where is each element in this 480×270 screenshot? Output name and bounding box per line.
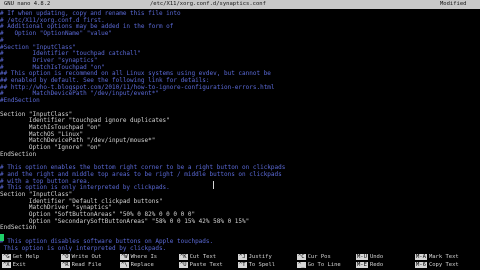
shortcut-item[interactable]: ^R Read File bbox=[61, 261, 101, 269]
shortcut-label: Replace bbox=[130, 262, 154, 268]
shortcut-key: ^K bbox=[179, 254, 188, 260]
shortcut-label: Write Out bbox=[71, 254, 102, 260]
shortcut-key: M-E bbox=[356, 262, 368, 268]
shortcut-label: Justify bbox=[248, 254, 272, 260]
shortcut-label: Undo bbox=[369, 254, 384, 260]
shortcut-label: Paste Text bbox=[189, 262, 223, 268]
mouse-text-cursor bbox=[213, 181, 214, 189]
modified-indicator: Modified bbox=[440, 1, 467, 7]
shortcut-key: ^T bbox=[238, 262, 247, 268]
nano-title-bar: GNU nano 4.8.2 /etc/X11/xorg.conf.d/syna… bbox=[0, 0, 480, 9]
shortcut-item[interactable]: ^X Exit bbox=[2, 261, 26, 269]
shortcut-label: Redo bbox=[369, 262, 384, 268]
shortcut-key: M-A bbox=[415, 254, 427, 260]
shortcut-item[interactable]: ^U Paste Text bbox=[179, 261, 223, 269]
shortcut-label: Exit bbox=[12, 262, 26, 268]
shortcut-item[interactable]: ^_ Go To Line bbox=[297, 261, 341, 269]
shortcut-item[interactable]: M-6 Copy Text bbox=[415, 261, 459, 269]
shortcut-key: ^G bbox=[2, 254, 11, 260]
terminal-window: GNU nano 4.8.2 /etc/X11/xorg.conf.d/syna… bbox=[0, 0, 480, 270]
shortcut-item[interactable]: M-E Redo bbox=[356, 261, 383, 269]
shortcut-label: Mark Text bbox=[428, 254, 459, 260]
editor-line[interactable]: This option is only interpreted by click… bbox=[0, 245, 480, 253]
shortcut-label: Where Is bbox=[130, 254, 158, 260]
shortcut-key: ^J bbox=[238, 254, 247, 260]
shortcut-item[interactable]: ^\ Replace bbox=[120, 261, 154, 269]
shortcut-key: ^C bbox=[297, 254, 306, 260]
shortcut-label: Go To Line bbox=[307, 262, 341, 268]
app-version: GNU nano 4.8.2 bbox=[4, 1, 51, 7]
shortcut-label: To Spell bbox=[248, 262, 276, 268]
shortcut-key: ^U bbox=[179, 262, 188, 268]
shortcut-key: M-U bbox=[356, 254, 368, 260]
shortcut-key: M-6 bbox=[415, 262, 427, 268]
shortcut-key: ^_ bbox=[297, 262, 306, 268]
shortcut-key: ^X bbox=[2, 262, 11, 268]
shortcut-label: Copy Text bbox=[428, 262, 459, 268]
shortcut-item[interactable]: ^C Cur Pos bbox=[297, 253, 331, 261]
shortcut-item[interactable]: ^J Justify bbox=[238, 253, 272, 261]
shortcut-label: Read File bbox=[71, 262, 102, 268]
shortcut-label: Cut Text bbox=[189, 254, 217, 260]
shortcut-label: Get Help bbox=[12, 254, 40, 260]
shortcut-key: ^R bbox=[61, 262, 70, 268]
file-path: /etc/X11/xorg.conf.d/synaptics.conf bbox=[150, 1, 266, 7]
shortcut-key: ^O bbox=[61, 254, 70, 260]
shortcut-item[interactable]: ^W Where Is bbox=[120, 253, 157, 261]
shortcut-item[interactable]: ^G Get Help bbox=[2, 253, 39, 261]
shortcut-item[interactable]: ^T To Spell bbox=[238, 261, 275, 269]
shortcut-item[interactable]: M-A Mark Text bbox=[415, 253, 459, 261]
shortcut-item[interactable]: ^O Write Out bbox=[61, 253, 101, 261]
shortcut-item[interactable]: ^K Cut Text bbox=[179, 253, 216, 261]
shortcut-item[interactable]: M-U Undo bbox=[356, 253, 383, 261]
shortcut-key: ^\ bbox=[120, 262, 129, 268]
shortcut-label: Cur Pos bbox=[307, 254, 331, 260]
shortcut-key: ^W bbox=[120, 254, 129, 260]
text-cursor bbox=[0, 234, 4, 241]
